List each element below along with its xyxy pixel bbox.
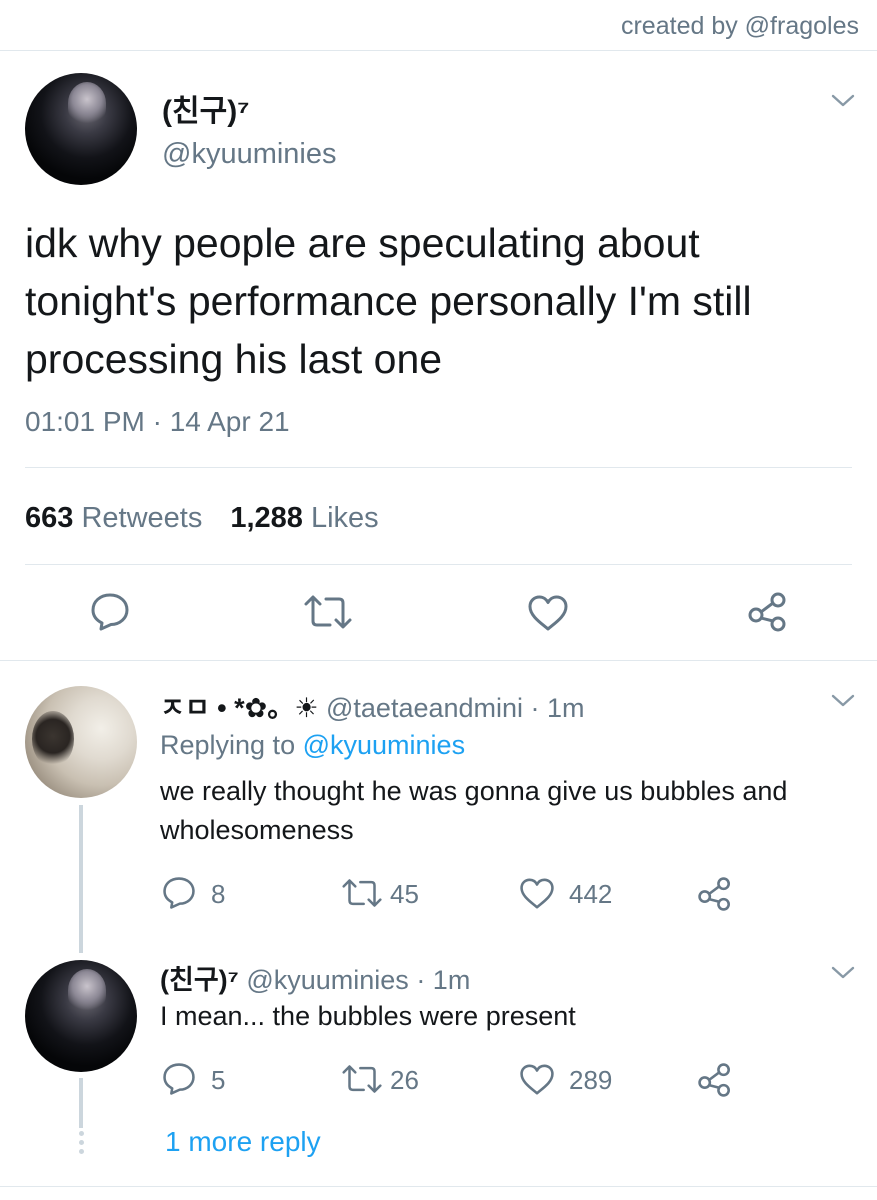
- replying-to-link[interactable]: @kyuuminies: [303, 730, 465, 760]
- share-icon[interactable]: [697, 876, 733, 912]
- author-handle[interactable]: @kyuuminies: [162, 138, 337, 171]
- reply-author-handle[interactable]: @taetaeandmini: [326, 693, 523, 723]
- reply-author-name[interactable]: ㅈㅁ • *✿。☀: [160, 693, 318, 723]
- reply-count: 5: [211, 1065, 226, 1095]
- replying-to-prefix: Replying to: [160, 730, 296, 760]
- retweets-label: Retweets: [81, 502, 203, 534]
- chevron-down-icon[interactable]: [830, 92, 856, 110]
- reply-time: · 1m: [416, 965, 471, 995]
- creator-credit: created by @fragoles: [620, 12, 859, 40]
- bottom-divider: [0, 1186, 877, 1187]
- reply-author-line: ㅈㅁ • *✿。☀ @taetaeandmini · 1m: [160, 686, 585, 725]
- reply-avatar[interactable]: [25, 686, 137, 798]
- thread-line: [79, 805, 83, 953]
- reply-icon[interactable]: [89, 592, 131, 632]
- reply-icon[interactable]: [161, 1062, 197, 1096]
- chevron-down-icon[interactable]: [830, 964, 856, 982]
- share-icon[interactable]: [697, 1062, 733, 1098]
- replying-to-line: Replying to @kyuuminies: [160, 730, 465, 761]
- more-replies-link[interactable]: 1 more reply: [165, 1126, 321, 1158]
- reply-text: I mean... the bubbles were present: [160, 1001, 576, 1031]
- chevron-down-icon[interactable]: [830, 692, 856, 710]
- reply-author-line: (친구)⁷ @kyuuminies · 1m: [160, 958, 470, 997]
- retweet-count: 45: [390, 879, 419, 909]
- top-divider: [0, 50, 877, 51]
- retweets-count: 663: [25, 502, 74, 534]
- retweet-icon[interactable]: [302, 594, 354, 630]
- reply-author-name[interactable]: (친구)⁷: [160, 965, 239, 995]
- reply-time: · 1m: [530, 693, 585, 723]
- like-count: 442: [569, 879, 613, 909]
- author-avatar[interactable]: [25, 73, 137, 185]
- tweet-text: idk why people are speculating about ton…: [25, 220, 752, 382]
- thread-line: [79, 1078, 83, 1128]
- retweet-icon[interactable]: [340, 878, 384, 908]
- like-icon[interactable]: [519, 877, 555, 910]
- retweet-count: 26: [390, 1065, 419, 1095]
- reply-text: we really thought he was gonna give us b…: [160, 776, 788, 845]
- reply-author-handle[interactable]: @kyuuminies: [246, 965, 408, 995]
- reply-icon[interactable]: [161, 876, 197, 910]
- tweet-stats: 663 Retweets 1,288 Likes: [25, 502, 379, 535]
- stats-divider-bottom: [25, 564, 852, 565]
- stats-divider-top: [25, 467, 852, 468]
- likes-label: Likes: [310, 502, 379, 534]
- author-name[interactable]: (친구)⁷: [162, 86, 250, 130]
- like-icon[interactable]: [519, 1063, 555, 1096]
- retweets-stat[interactable]: 663 Retweets: [25, 502, 202, 534]
- like-count: 289: [569, 1065, 613, 1095]
- tweet-timestamp[interactable]: 01:01 PM · 14 Apr 21: [25, 406, 290, 438]
- likes-count: 1,288: [230, 502, 303, 534]
- main-tweet-divider: [0, 660, 877, 661]
- like-icon[interactable]: [527, 594, 569, 632]
- likes-stat[interactable]: 1,288 Likes: [230, 502, 378, 534]
- more-replies-dots: [79, 1131, 84, 1158]
- reply-count: 8: [211, 879, 226, 909]
- retweet-icon[interactable]: [340, 1064, 384, 1094]
- reply-avatar[interactable]: [25, 960, 137, 1072]
- share-icon[interactable]: [747, 591, 789, 633]
